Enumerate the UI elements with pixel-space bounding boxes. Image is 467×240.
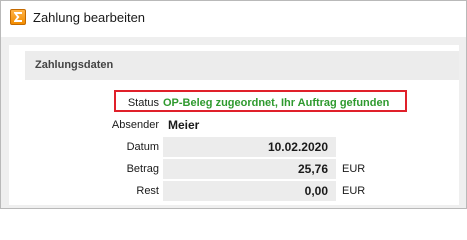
amount-value: 25,76 <box>297 162 328 176</box>
section-title: Zahlungsdaten <box>35 59 114 71</box>
window-title: Zahlung bearbeiten <box>33 10 146 25</box>
date-value: 10.02.2020 <box>267 140 328 154</box>
section-header: Zahlungsdaten <box>25 51 459 80</box>
amount-label: Betrag <box>126 163 159 175</box>
status-label: Status <box>127 97 159 109</box>
sender-value: Meier <box>168 118 200 132</box>
amount-unit: EUR <box>342 163 366 175</box>
app-sigma-icon <box>10 9 26 25</box>
date-label: Datum <box>126 141 159 153</box>
rest-unit: EUR <box>342 185 366 197</box>
title-bar: Zahlung bearbeiten <box>1 1 466 37</box>
sender-label: Absender <box>111 119 159 131</box>
dialog-body: Zahlungsdaten Status OP-Beleg zugeordnet… <box>1 37 466 208</box>
status-value: OP-Beleg zugeordnet, Ihr Auftrag gefunde… <box>163 97 390 109</box>
amount-field[interactable]: 25,76 <box>163 159 336 179</box>
content-panel: Zahlungsdaten Status OP-Beleg zugeordnet… <box>9 45 459 205</box>
edit-payment-window: Zahlung bearbeiten Zahlungsdaten Status … <box>0 0 467 209</box>
rest-value: 0,00 <box>304 184 328 198</box>
rest-field[interactable]: 0,00 <box>163 181 336 201</box>
rest-label: Rest <box>136 185 159 197</box>
date-field[interactable]: 10.02.2020 <box>163 137 336 157</box>
sender-field[interactable]: Meier <box>163 115 343 135</box>
